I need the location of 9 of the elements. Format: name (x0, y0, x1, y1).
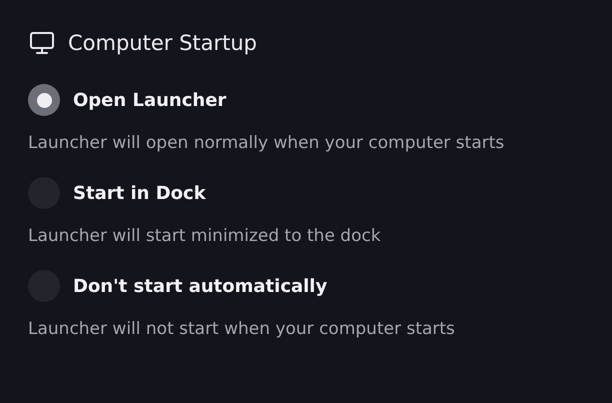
option-label[interactable]: Open Launcher (73, 90, 226, 110)
option-description: Launcher will not start when your computer starts (28, 319, 456, 339)
option-label[interactable]: Start in Dock (73, 182, 206, 204)
option-label[interactable]: Don't start automatically (73, 276, 328, 296)
radio-button[interactable] (28, 84, 60, 116)
option-description: Launcher will open normally when your computer starts (28, 133, 506, 153)
monitor-icon (28, 29, 56, 57)
option-description: Launcher will start minimized to the dock (28, 226, 382, 246)
section-title: Computer Startup (68, 31, 258, 55)
